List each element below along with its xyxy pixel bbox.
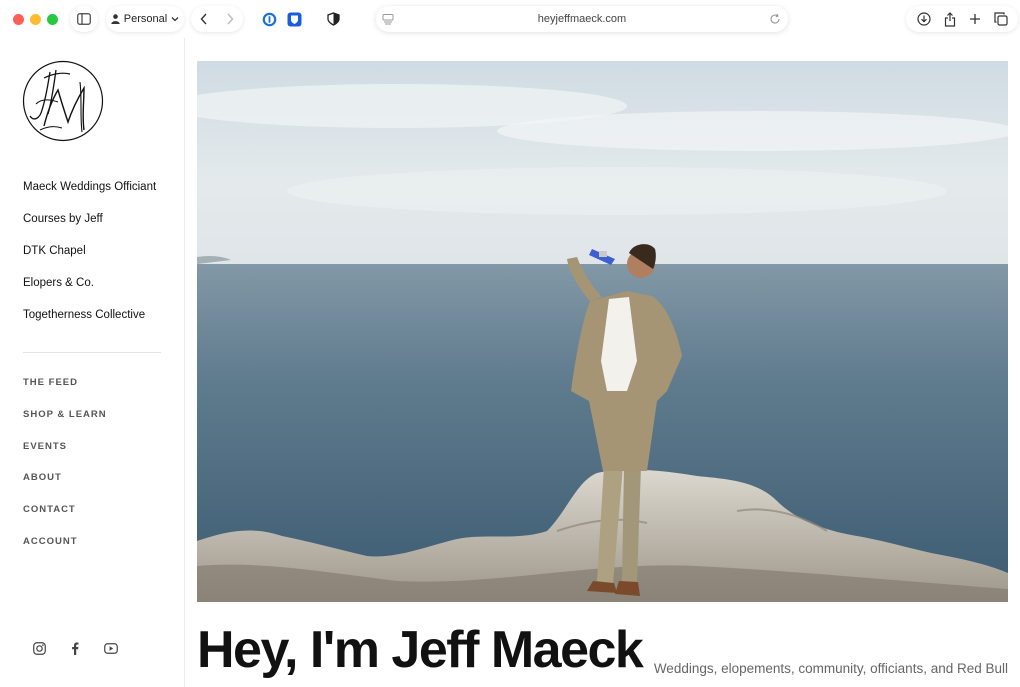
plus-icon	[969, 14, 980, 24]
download-icon	[916, 12, 931, 26]
navigation-buttons	[191, 6, 243, 32]
jm-monogram-logo[interactable]	[22, 60, 104, 142]
sidebar-toggle-button[interactable]	[70, 6, 98, 32]
new-tab-button[interactable]	[969, 13, 981, 25]
nav-contact[interactable]: CONTACT	[23, 503, 107, 535]
page-headline: Hey, I'm Jeff Maeck	[197, 621, 644, 679]
facebook-link[interactable]	[67, 640, 83, 656]
hero-photo	[197, 61, 1008, 602]
tab-overview-button[interactable]	[993, 12, 1008, 26]
downloads-button[interactable]	[916, 12, 931, 26]
share-icon	[944, 11, 955, 27]
nav-togetherness-collective[interactable]: Togetherness Collective	[23, 307, 156, 339]
page-tagline: Weddings, elopements, community, officia…	[653, 661, 1008, 676]
instagram-icon	[32, 641, 46, 655]
site-sidebar: Maeck Weddings Officiant Courses by Jeff…	[0, 38, 185, 687]
bitwarden-extension-button[interactable]	[283, 6, 305, 32]
person-icon	[111, 14, 120, 24]
nav-maeck-weddings-officiant[interactable]: Maeck Weddings Officiant	[23, 179, 156, 211]
zoom-window-button[interactable]	[47, 14, 58, 25]
password-extension-button[interactable]	[258, 6, 280, 32]
shield-icon	[326, 12, 340, 26]
facebook-icon	[72, 642, 79, 655]
chevron-left-icon	[200, 13, 207, 25]
chevron-down-icon	[171, 17, 179, 22]
profile-button[interactable]: Personal	[106, 6, 184, 32]
nav-account[interactable]: ACCOUNT	[23, 535, 107, 567]
sidebar-divider	[23, 352, 161, 353]
tabs-icon	[993, 12, 1008, 26]
forward-button[interactable]	[217, 13, 243, 25]
nav-shop-learn[interactable]: SHOP & LEARN	[23, 408, 107, 440]
password-manager-icon	[262, 12, 276, 26]
youtube-link[interactable]	[103, 640, 119, 656]
shield-extension-icon	[287, 12, 301, 26]
nav-elopers-co[interactable]: Elopers & Co.	[23, 275, 156, 307]
nav-about[interactable]: ABOUT	[23, 471, 107, 503]
youtube-icon	[104, 642, 118, 654]
url-text: heyjeffmaeck.com	[537, 13, 627, 25]
instagram-link[interactable]	[31, 640, 47, 656]
nav-courses-by-jeff[interactable]: Courses by Jeff	[23, 211, 156, 243]
man-on-cliff-photo	[197, 61, 1008, 602]
profile-label: Personal	[123, 13, 168, 25]
share-button[interactable]	[944, 11, 956, 27]
back-button[interactable]	[191, 13, 217, 25]
chevron-right-icon	[227, 13, 234, 25]
toolbar-actions	[906, 6, 1018, 32]
main-menu: THE FEED SHOP & LEARN EVENTS ABOUT CONTA…	[23, 376, 107, 567]
brands-nav: Maeck Weddings Officiant Courses by Jeff…	[23, 179, 156, 339]
reload-icon[interactable]	[769, 13, 781, 25]
address-bar[interactable]: heyjeffmaeck.com	[376, 6, 788, 32]
minimize-window-button[interactable]	[30, 14, 41, 25]
nav-events[interactable]: EVENTS	[23, 440, 107, 472]
nav-the-feed[interactable]: THE FEED	[23, 376, 107, 408]
nav-dtk-chapel[interactable]: DTK Chapel	[23, 243, 156, 275]
sidebar-icon	[77, 13, 91, 25]
close-window-button[interactable]	[13, 14, 24, 25]
social-links	[31, 640, 119, 656]
privacy-extension-button[interactable]	[322, 6, 344, 32]
browser-toolbar: Personal heyjeffmaeck.com	[0, 0, 1020, 38]
